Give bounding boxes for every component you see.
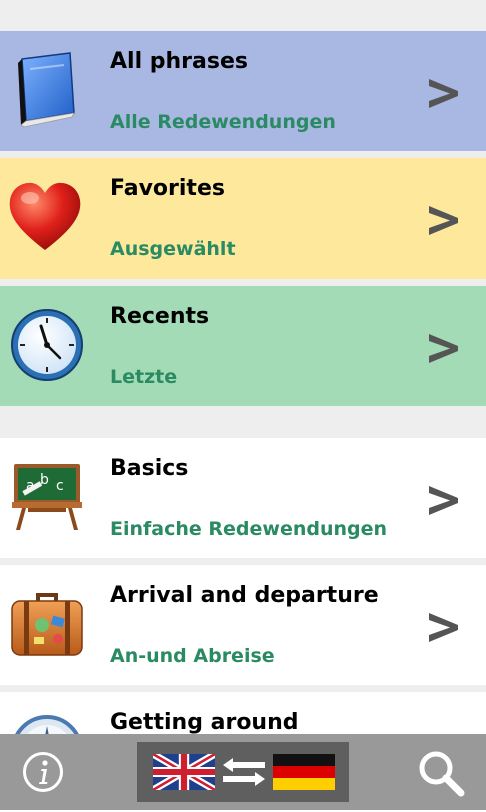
row-subtitle: Einfache Redewendungen [110, 518, 388, 540]
chalkboard-icon: a b c [8, 458, 86, 536]
clock-icon [8, 306, 86, 384]
row-title: Recents [110, 304, 210, 329]
uk-flag-icon [153, 754, 215, 790]
chevron-right-icon [426, 200, 462, 240]
row-arrival-departure[interactable]: Arrival and departure An-und Abreise [0, 565, 486, 685]
heart-icon [6, 178, 84, 256]
row-title: Basics [110, 456, 189, 481]
row-favorites[interactable]: Favorites Ausgewählt [0, 158, 486, 279]
row-subtitle: Ausgewählt [110, 238, 236, 260]
row-title: Getting around [110, 710, 299, 735]
svg-text:c: c [56, 478, 64, 494]
row-subtitle: An-und Abreise [110, 645, 275, 667]
search-icon[interactable] [416, 748, 466, 798]
bottom-app-bar [0, 734, 486, 810]
chevron-right-icon [426, 607, 462, 647]
book-icon [8, 51, 86, 129]
row-title: Arrival and departure [110, 583, 379, 608]
row-title: All phrases [110, 49, 248, 74]
germany-flag-icon [273, 754, 335, 790]
info-icon[interactable] [22, 751, 64, 793]
language-pair-switch[interactable] [137, 742, 349, 802]
row-all-phrases[interactable]: All phrases Alle Redewendungen [0, 31, 486, 151]
row-recents[interactable]: Recents Letzte [0, 286, 486, 406]
row-subtitle: Letzte [110, 366, 178, 388]
row-basics[interactable]: a b c Basics Einfache Redewendungen [0, 438, 486, 558]
chevron-right-icon [426, 73, 462, 113]
suitcase-icon [8, 585, 86, 663]
chevron-right-icon [426, 328, 462, 368]
swap-arrows-icon [221, 756, 267, 788]
row-subtitle: Alle Redewendungen [110, 111, 336, 133]
chevron-right-icon [426, 480, 462, 520]
row-title: Favorites [110, 176, 225, 201]
